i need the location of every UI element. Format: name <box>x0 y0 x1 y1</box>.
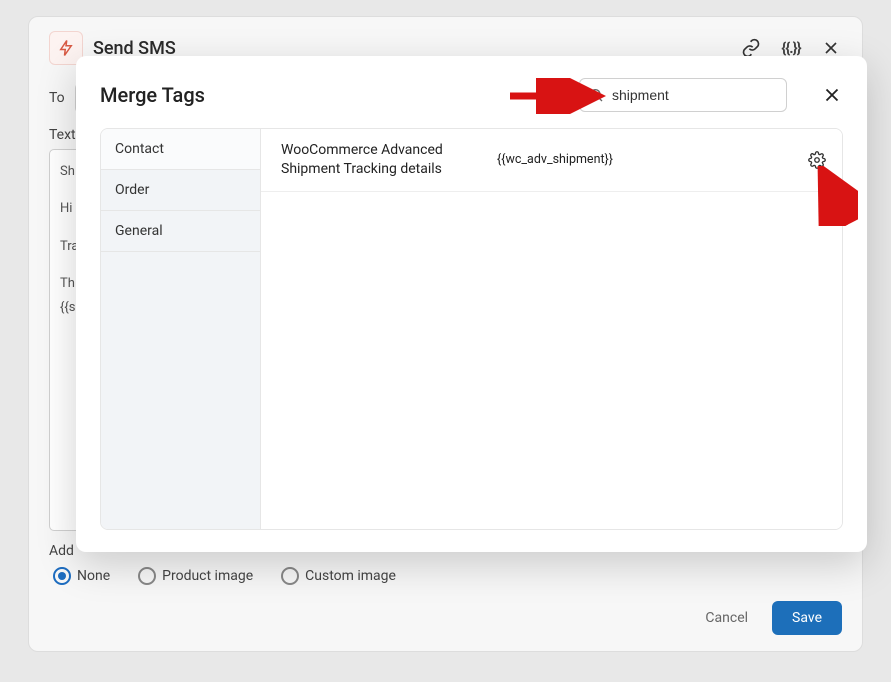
result-row[interactable]: WooCommerce Advanced Shipment Tracking d… <box>261 129 842 192</box>
radio-none[interactable]: None <box>53 567 110 585</box>
sidebar-item-general[interactable]: General <box>101 211 260 252</box>
results-list: WooCommerce Advanced Shipment Tracking d… <box>261 129 842 529</box>
sidebar-item-order[interactable]: Order <box>101 170 260 211</box>
radio-icon <box>138 567 156 585</box>
modal-title: Merge Tags <box>100 83 205 107</box>
gear-icon[interactable] <box>808 151 826 169</box>
close-modal-icon[interactable] <box>821 84 843 106</box>
save-button[interactable]: Save <box>772 601 842 635</box>
to-label: To <box>49 90 65 106</box>
search-input[interactable] <box>579 78 787 112</box>
result-name: WooCommerce Advanced Shipment Tracking d… <box>281 141 481 179</box>
sidebar: Contact Order General <box>101 129 261 529</box>
radio-icon <box>53 567 71 585</box>
bolt-icon <box>57 39 75 57</box>
merge-tags-modal: Merge Tags Contact Order General WooComm… <box>76 56 867 552</box>
radio-label: None <box>77 568 110 584</box>
radio-icon <box>281 567 299 585</box>
radio-label: Product image <box>162 568 253 584</box>
footer-buttons: Cancel Save <box>49 585 842 635</box>
radio-product-image[interactable]: Product image <box>138 567 253 585</box>
attachment-radio-group: None Product image Custom image <box>49 567 842 585</box>
sidebar-item-contact[interactable]: Contact <box>101 129 260 170</box>
radio-custom-image[interactable]: Custom image <box>281 567 396 585</box>
cancel-button[interactable]: Cancel <box>699 602 754 634</box>
search-wrap <box>579 78 787 112</box>
modal-body: Contact Order General WooCommerce Advanc… <box>100 128 843 530</box>
result-token: {{wc_adv_shipment}} <box>497 152 792 167</box>
radio-label: Custom image <box>305 568 396 584</box>
modal-header: Merge Tags <box>100 78 843 112</box>
search-icon <box>588 87 604 103</box>
